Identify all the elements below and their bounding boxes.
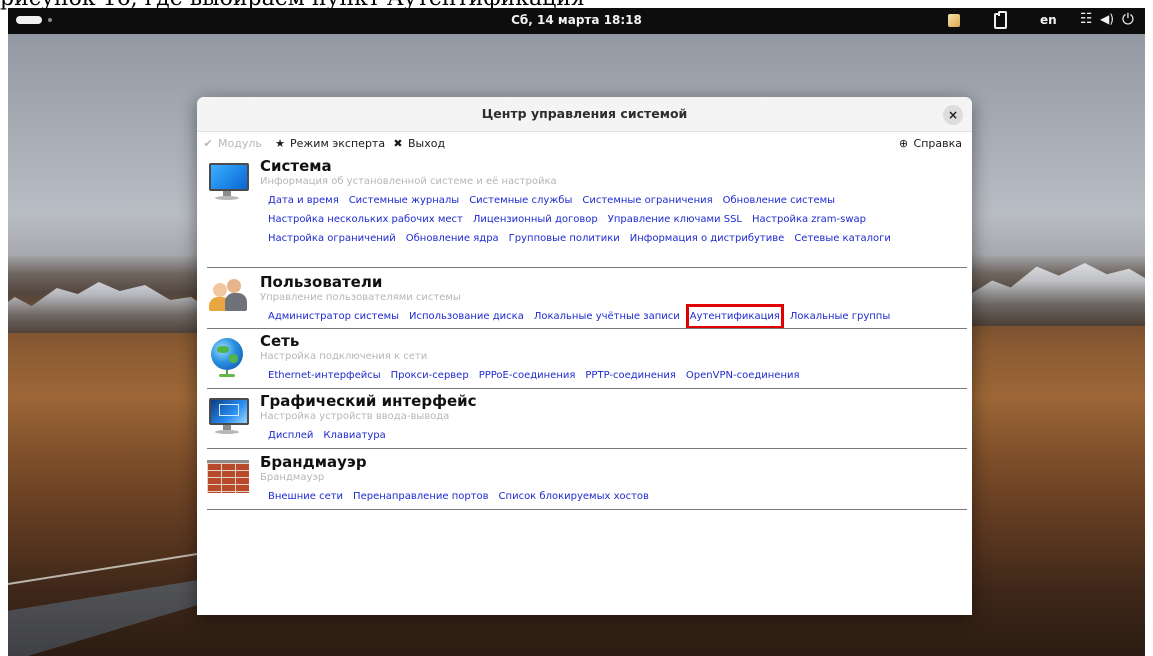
star-icon: ★ — [275, 137, 285, 150]
link-network-shares[interactable]: Сетевые каталоги — [793, 229, 892, 248]
section-title: Система — [260, 157, 332, 175]
background-mountains-left — [8, 282, 208, 333]
link-system-services[interactable]: Системные службы — [468, 191, 573, 210]
section-divider — [207, 509, 967, 510]
link-openvpn[interactable]: OpenVPN-соединения — [685, 366, 801, 385]
section-network: Сеть Настройка подключения к сети Ethern… — [197, 332, 972, 392]
control-center-window: Центр управления системой × ✔ Модуль ★ Реж… — [197, 97, 972, 615]
link-local-groups[interactable]: Локальные группы — [789, 307, 891, 326]
section-firewall: Брандмауэр Брандмауэр Внешние сети Перена… — [197, 453, 972, 513]
link-external-networks[interactable]: Внешние сети — [267, 487, 344, 506]
link-kernel-update[interactable]: Обновление ядра — [405, 229, 500, 248]
monitor-icon — [207, 161, 249, 201]
keyboard-layout-indicator[interactable]: en — [1040, 13, 1057, 27]
section-description: Информация об установленной системе и её… — [260, 176, 557, 187]
link-row: Настройка ограничений Обновление ядра Груп… — [267, 229, 967, 248]
section-description: Управление пользователями системы — [260, 292, 461, 303]
power-icon[interactable]: ⏻ — [1122, 10, 1134, 28]
module-links: Администратор системы Использование диска… — [267, 304, 967, 329]
link-system-update[interactable]: Обновление системы — [722, 191, 836, 210]
help-label: Справка — [913, 137, 962, 150]
link-disk-usage[interactable]: Использование диска — [408, 307, 525, 326]
section-title: Брандмауэр — [260, 453, 367, 471]
section-title: Графический интерфейс — [260, 392, 477, 410]
toolbar: ✔ Модуль ★ Режим эксперта ✖ Выход ⊕ Справка — [197, 133, 972, 155]
link-system-logs[interactable]: Системные журналы — [348, 191, 461, 210]
network-icon[interactable]: ☷ — [1080, 11, 1093, 27]
link-ethernet[interactable]: Ethernet-интерфейсы — [267, 366, 382, 385]
desktop-screen: Сб, 14 марта 18:18 en ☷ ◀) ⏻ Центр управ… — [8, 8, 1145, 656]
brick-wall-icon — [207, 457, 249, 497]
section-description: Брандмауэр — [260, 472, 325, 483]
background-mountains-right — [970, 263, 1145, 326]
exit-label: Выход — [408, 137, 446, 150]
link-local-accounts[interactable]: Локальные учётные записи — [533, 307, 681, 326]
section-divider — [207, 448, 967, 449]
section-divider — [207, 388, 967, 389]
module-links: Дисплей Клавиатура — [267, 426, 967, 445]
tools-icon: ✖ — [393, 137, 403, 150]
lifebuoy-icon: ⊕ — [898, 137, 909, 150]
section-title: Пользователи — [260, 273, 383, 291]
link-pppoe[interactable]: PPPoE-соединения — [478, 366, 577, 385]
tray-app-icon[interactable] — [948, 14, 960, 27]
check-circle-icon: ✔ — [203, 137, 213, 150]
link-row: Ethernet-интерфейсы Прокси-сервер PPPoE-со… — [267, 366, 967, 385]
link-system-limits[interactable]: Системные ограничения — [581, 191, 713, 210]
module-button: ✔ Модуль — [201, 137, 262, 150]
section-gui: Графический интерфейс Настройка устройст… — [197, 392, 972, 452]
exit-button[interactable]: ✖ Выход — [391, 137, 445, 150]
link-row: Администратор системы Использование диска… — [267, 304, 967, 329]
window-title: Центр управления системой — [481, 106, 688, 121]
link-root-admin[interactable]: Администратор системы — [267, 307, 400, 326]
link-group-policies[interactable]: Групповые политики — [508, 229, 621, 248]
link-row: Дата и время Системные журналы Системные с… — [267, 191, 967, 210]
link-port-forwarding[interactable]: Перенаправление портов — [352, 487, 490, 506]
link-date-time[interactable]: Дата и время — [267, 191, 340, 210]
module-links: Внешние сети Перенаправление портов Список… — [267, 487, 967, 506]
section-description: Настройка устройств ввода-вывода — [260, 411, 450, 422]
close-button[interactable]: × — [943, 105, 963, 125]
link-limits-setup[interactable]: Настройка ограничений — [267, 229, 397, 248]
module-links: Ethernet-интерфейсы Прокси-сервер PPPoE-со… — [267, 366, 967, 385]
link-row: Внешние сети Перенаправление портов Список… — [267, 487, 967, 506]
section-description: Настройка подключения к сети — [260, 351, 428, 362]
users-icon — [207, 277, 247, 317]
link-row: Настройка нескольких рабочих мест Лицензи… — [267, 210, 967, 229]
link-proxy[interactable]: Прокси-сервер — [390, 366, 470, 385]
link-distro-info[interactable]: Информация о дистрибутиве — [629, 229, 786, 248]
help-button[interactable]: ⊕ Справка — [897, 137, 962, 150]
expert-mode-label: Режим эксперта — [290, 137, 386, 150]
section-divider — [207, 267, 967, 268]
link-zram-swap[interactable]: Настройка zram-swap — [751, 210, 867, 229]
link-row: Дисплей Клавиатура — [267, 426, 967, 445]
link-ssl-keys[interactable]: Управление ключами SSL — [607, 210, 743, 229]
section-system: Система Информация об установленной сист… — [197, 157, 972, 269]
section-divider — [207, 328, 967, 329]
section-title: Сеть — [260, 332, 300, 350]
clock[interactable]: Сб, 14 марта 18:18 — [8, 13, 1145, 27]
module-label: Модуль — [218, 137, 262, 150]
top-panel: Сб, 14 марта 18:18 en ☷ ◀) ⏻ — [8, 8, 1145, 34]
clipboard-icon[interactable] — [994, 11, 1007, 29]
globe-icon — [207, 336, 247, 377]
link-blocked-hosts[interactable]: Список блокируемых хостов — [498, 487, 650, 506]
link-authentication[interactable]: Аутентификация — [685, 304, 784, 329]
link-multiseat[interactable]: Настройка нескольких рабочих мест — [267, 210, 464, 229]
expert-mode-button[interactable]: ★ Режим эксперта — [273, 137, 385, 150]
module-links: Дата и время Системные журналы Системные с… — [267, 191, 967, 248]
link-display[interactable]: Дисплей — [267, 426, 314, 445]
link-license[interactable]: Лицензионный договор — [472, 210, 599, 229]
link-keyboard[interactable]: Клавиатура — [322, 426, 386, 445]
section-users: Пользователи Управление пользователями с… — [197, 273, 972, 329]
volume-icon[interactable]: ◀) — [1100, 12, 1114, 26]
link-pptp[interactable]: PPTP-соединения — [584, 366, 677, 385]
window-titlebar: Центр управления системой × — [197, 97, 972, 132]
display-settings-icon — [207, 396, 249, 436]
